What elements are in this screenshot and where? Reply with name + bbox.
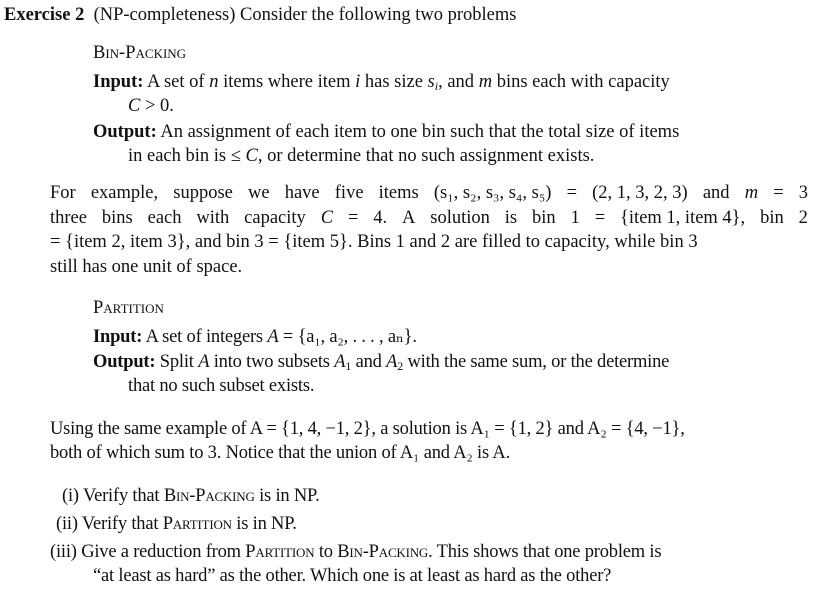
- input-label: Input:: [93, 72, 144, 92]
- word: solution: [430, 208, 490, 228]
- text: , or determine that no such assignment e…: [257, 146, 595, 166]
- word: For: [50, 183, 76, 203]
- text: > 0.: [140, 96, 174, 116]
- bin-packing-input: Input: A set of n items where item i has…: [93, 70, 670, 95]
- set-expression: = {a₁, a₂, . . . , aₙ}.: [278, 327, 417, 347]
- var-A: A: [198, 352, 210, 372]
- word: =: [594, 208, 606, 228]
- problem-name: Partition: [245, 542, 315, 562]
- example2-line2: both of which sum to 3. Notice that the …: [50, 443, 510, 463]
- text: has size: [364, 72, 423, 92]
- text: is in NP.: [236, 514, 297, 534]
- bin-packing-title: Bin-Packing: [93, 43, 187, 63]
- word: we: [248, 183, 270, 203]
- var-m: m: [478, 72, 493, 92]
- bin-packing-output: Output: An assignment of each item to on…: [93, 120, 679, 145]
- var-C: C: [245, 146, 258, 166]
- word: A: [402, 208, 416, 228]
- partition-output: Output: Split A into two subsets A1 and …: [93, 350, 669, 375]
- output-label: Output:: [93, 352, 156, 372]
- question-number: (iii): [50, 542, 77, 562]
- text: Give a reduction from: [81, 542, 241, 562]
- question-number: (ii): [56, 514, 78, 534]
- var-A: A: [267, 327, 279, 347]
- text: bins each with capacity: [496, 72, 670, 92]
- text: . This shows that one problem is: [428, 542, 662, 562]
- word: 1: [570, 208, 580, 228]
- word: and: [702, 183, 730, 203]
- problem-name: Bin-Packing: [337, 542, 429, 562]
- question-iii-cont: “at least as hard” as the other. Which o…: [93, 566, 612, 586]
- example1-line3: = {item 2, item 3}, and bin 3 = {item 5}…: [50, 232, 698, 252]
- text: with the same sum, or the determine: [407, 352, 670, 372]
- question-i: (i) Verify that Bin-Packing is in NP.: [62, 484, 320, 509]
- text: in each bin is ≤: [128, 146, 246, 166]
- text: Split: [159, 352, 194, 372]
- word: is: [504, 208, 518, 228]
- problem-name: Bin-Packing: [163, 486, 255, 506]
- exercise-label: Exercise 2: [4, 5, 85, 25]
- word: (s₁, s₂, s₃, s₄, s₅): [433, 183, 552, 203]
- var-C: C: [128, 96, 141, 116]
- word: 2: [798, 208, 808, 228]
- word: three: [50, 208, 87, 228]
- word: items: [378, 183, 419, 203]
- question-ii: (ii) Verify that Partition is in NP.: [56, 512, 297, 537]
- var-A1: A: [334, 352, 346, 372]
- text: , and: [438, 72, 475, 92]
- word: capacity: [244, 208, 306, 228]
- text: An assignment of each item to one bin su…: [160, 122, 680, 142]
- text: to: [318, 542, 333, 562]
- word: each: [147, 208, 182, 228]
- exercise-heading: Exercise 2 (NP-completeness) Consider th…: [4, 3, 516, 28]
- var-s: s: [427, 72, 435, 92]
- output-label: Output:: [93, 122, 157, 142]
- word: 3: [798, 183, 808, 203]
- exercise-intro: Consider the following two problems: [240, 5, 517, 25]
- sub-2: 2: [397, 359, 404, 373]
- text: A set of: [147, 72, 205, 92]
- partition-input: Input: A set of integers A = {a₁, a₂, . …: [93, 325, 417, 350]
- exercise-topic: (NP-completeness): [93, 5, 236, 25]
- partition-output-cont: that no such subset exists.: [128, 376, 315, 396]
- text: A set of integers: [145, 327, 264, 347]
- var-A2: A: [386, 352, 398, 372]
- example1-line4: still has one unit of space.: [50, 257, 243, 277]
- word: bin: [760, 208, 784, 228]
- sub-1: 1: [345, 359, 352, 373]
- word: {item 1, item 4},: [620, 208, 746, 228]
- word: with: [196, 208, 230, 228]
- word: example,: [90, 183, 159, 203]
- text: Verify that: [81, 514, 159, 534]
- word: C: [320, 208, 334, 228]
- word: =: [773, 183, 784, 203]
- problem-name: Partition: [162, 514, 232, 534]
- var-i: i: [355, 72, 361, 92]
- text: is in NP.: [259, 486, 320, 506]
- word: suppose: [173, 183, 233, 203]
- bin-packing-input-cont: C > 0.: [128, 94, 174, 119]
- word: m: [744, 183, 759, 203]
- question-number: (i): [62, 486, 79, 506]
- text: items where item: [223, 72, 351, 92]
- example1-line1: For example, suppose we have five items (s₁, s₂…: [50, 181, 808, 206]
- partition-title: Partition: [93, 298, 164, 318]
- word: have: [284, 183, 320, 203]
- example1-line2: three bins each with capacity C = 4. Asolution is…: [50, 206, 808, 231]
- word: 4.: [373, 208, 388, 228]
- text: into two subsets: [213, 352, 330, 372]
- text: and: [355, 352, 382, 372]
- text: Verify that: [82, 486, 160, 506]
- word: bin: [532, 208, 556, 228]
- question-iii: (iii) Give a reduction from Partition to…: [50, 540, 662, 565]
- word: bins: [101, 208, 133, 228]
- bin-packing-output-cont: in each bin is ≤ C, or determine that no…: [128, 144, 594, 169]
- word: =: [566, 183, 578, 203]
- example2-line1: Using the same example of A = {1, 4, −1,…: [50, 419, 685, 439]
- word: =: [347, 208, 359, 228]
- word: five: [334, 183, 364, 203]
- word: (2, 1, 3, 2, 3): [592, 183, 688, 203]
- input-label: Input:: [93, 327, 143, 347]
- var-n: n: [209, 72, 219, 92]
